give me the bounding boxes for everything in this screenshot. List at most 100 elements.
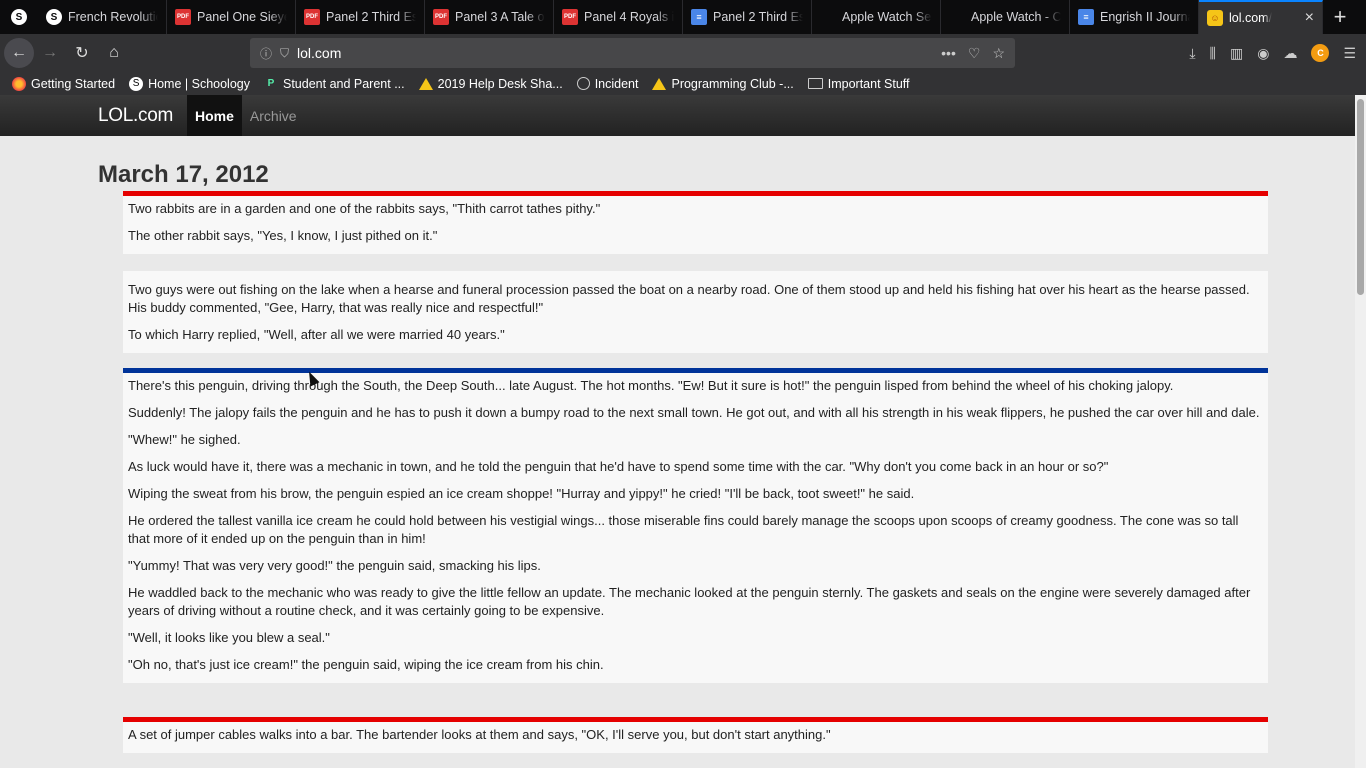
- tab-6[interactable]: Apple Watch Ser: [812, 0, 941, 34]
- joke-paragraph: "Yummy! That was very very good!" the pe…: [128, 558, 541, 573]
- page-viewport: LOL.com Home Archive March 17, 2012 Two …: [0, 95, 1355, 768]
- post-date: March 17, 2012: [98, 161, 269, 188]
- tab-label: Apple Watch - C: [971, 10, 1061, 24]
- joke-paragraph: Suddenly! The jalopy fails the penguin a…: [128, 405, 1260, 420]
- joke-paragraph: The other rabbit says, "Yes, I know, I j…: [128, 228, 438, 243]
- joke-paragraph: There's this penguin, driving through th…: [128, 378, 1174, 393]
- library-icon[interactable]: ⫼: [1210, 45, 1216, 62]
- tab-label: Panel 4 Royals in: [584, 10, 674, 24]
- bookmark-label: Programming Club -...: [671, 76, 794, 91]
- tab-7[interactable]: Apple Watch - C: [941, 0, 1070, 34]
- bookmark-item[interactable]: P Student and Parent ...: [264, 77, 405, 91]
- bookmark-item[interactable]: Incident: [576, 76, 639, 91]
- reload-icon: ↻: [75, 45, 89, 62]
- drive-bookmark-icon: [418, 77, 433, 90]
- shield-icon: ⛉: [280, 45, 290, 60]
- bookmark-item[interactable]: Programming Club -...: [652, 76, 794, 91]
- scrollbar-thumb[interactable]: [1357, 99, 1364, 295]
- joke-paragraph: Two rabbits are in a garden and one of t…: [128, 201, 601, 216]
- tab-9[interactable]: ☺ lol.com/ ×: [1199, 0, 1323, 34]
- tab-4[interactable]: PDF Panel 4 Royals in: [554, 0, 683, 34]
- tab-5[interactable]: ≡ Panel 2 Third Est: [683, 0, 812, 34]
- site-brand[interactable]: LOL.com: [98, 95, 173, 136]
- bookmark-item[interactable]: S Home | Schoology: [129, 76, 250, 91]
- docs-icon: ≡: [1078, 9, 1094, 25]
- joke-post: Two guys were out fishing on the lake wh…: [123, 271, 1268, 353]
- info-icon: ⓘ: [260, 46, 273, 61]
- scrollbar[interactable]: [1355, 95, 1366, 768]
- close-tab-icon[interactable]: ×: [1299, 9, 1314, 27]
- joke-post: Two rabbits are in a garden and one of t…: [123, 191, 1268, 254]
- joke-paragraph: As luck would have it, there was a mecha…: [128, 459, 1109, 474]
- sidebar-icon[interactable]: ▥: [1230, 45, 1243, 62]
- downloads-icon[interactable]: ⤓: [1189, 45, 1195, 62]
- tabs: SFrench RevolutioPDFPanel One SieyesPDFP…: [38, 0, 1323, 34]
- docs-icon: ≡: [691, 9, 707, 25]
- glob-bookmark-icon: [576, 77, 590, 90]
- bookmark-label: Incident: [594, 76, 639, 91]
- folder-bookmark-icon: [807, 78, 823, 89]
- bookmark-label: Important Stuff: [827, 76, 910, 91]
- back-arrow-icon: ←: [11, 44, 27, 61]
- bookmark-label: Student and Parent ...: [283, 76, 405, 91]
- joke-paragraph: A set of jumper cables walks into a bar.…: [128, 727, 831, 742]
- home-icon: ⌂: [109, 44, 119, 61]
- url-bar[interactable]: ⓘ ⛉ lol.com ••• ♡ ☆: [250, 38, 1015, 68]
- apple-icon: [949, 9, 965, 25]
- bookmark-item[interactable]: Getting Started: [12, 76, 116, 91]
- pdf-icon: PDF: [433, 9, 449, 25]
- tab-label: Panel 2 Third Est: [713, 10, 803, 24]
- home-button[interactable]: ⌂: [98, 37, 130, 69]
- sch-bookmark-icon: S: [129, 76, 144, 91]
- reload-button[interactable]: ↻: [66, 37, 98, 69]
- forward-button[interactable]: →: [34, 37, 66, 69]
- apple-icon: [820, 9, 836, 25]
- nav-home[interactable]: Home: [187, 95, 242, 136]
- bookmark-label: Home | Schoology: [148, 76, 250, 91]
- tab-8[interactable]: ≡ Engrish II Journa: [1070, 0, 1199, 34]
- sync-icon[interactable]: ☁: [1283, 45, 1297, 62]
- tab-3[interactable]: PDF Panel 3 A Tale of: [425, 0, 554, 34]
- url-text: lol.com: [297, 45, 342, 61]
- joke-paragraph: To which Harry replied, "Well, after all…: [128, 327, 505, 342]
- bookmarks-bar: Getting Started S Home | Schoology P Student…: [0, 72, 1366, 95]
- tab-1[interactable]: PDF Panel One Sieyes: [167, 0, 296, 34]
- nav-archive[interactable]: Archive: [242, 95, 305, 136]
- joke-paragraph: He waddled back to the mechanic who was …: [128, 585, 1251, 618]
- bookmark-star-icon[interactable]: ☆: [992, 45, 1005, 62]
- tab-2[interactable]: PDF Panel 2 Third Est: [296, 0, 425, 34]
- joke-paragraph: "Whew!" he sighed.: [128, 432, 241, 447]
- tab-label: Panel One Sieyes: [197, 10, 287, 24]
- bookmark-label: 2019 Help Desk Sha...: [437, 76, 563, 91]
- extension-icon[interactable]: C: [1311, 44, 1330, 62]
- new-tab-button[interactable]: +: [1323, 0, 1357, 34]
- tab-label: Engrish II Journa: [1100, 10, 1190, 24]
- drive-bookmark-icon: [652, 77, 667, 90]
- toolbar-right: ⤓ ⫼ ▥ ◉ ☁ C ☰: [1189, 34, 1366, 72]
- page-actions-icon[interactable]: •••: [941, 45, 956, 62]
- pdf-icon: PDF: [562, 9, 578, 25]
- joke-paragraph: He ordered the tallest vanilla ice cream…: [128, 513, 1239, 546]
- back-button[interactable]: ←: [4, 38, 34, 68]
- joke-post: There's this penguin, driving through th…: [123, 368, 1268, 683]
- bookmark-item[interactable]: Important Stuff: [807, 76, 910, 91]
- tab-label: lol.com/: [1229, 11, 1273, 25]
- joke-paragraph: Wiping the sweat from his brow, the peng…: [128, 486, 915, 501]
- joke-paragraph: "Oh no, that's just ice cream!" the peng…: [128, 657, 604, 672]
- site-navbar: LOL.com Home Archive: [0, 95, 1355, 136]
- pocket-icon[interactable]: ♡: [968, 45, 981, 62]
- pdf-icon: PDF: [304, 9, 320, 25]
- forward-arrow-icon: →: [42, 44, 58, 61]
- tab-strip: S SFrench RevolutioPDFPanel One SieyesPD…: [0, 0, 1366, 34]
- ff-bookmark-icon: [12, 76, 26, 91]
- p-bookmark-icon: P: [267, 78, 275, 89]
- joke-paragraph: "Well, it looks like you blew a seal.": [128, 630, 330, 645]
- tab-0[interactable]: S French Revolutio: [38, 0, 167, 34]
- tab-label: Panel 3 A Tale of: [455, 10, 545, 24]
- tab-overflow[interactable]: S: [0, 0, 38, 34]
- bookmark-label: Getting Started: [31, 76, 116, 91]
- joke-paragraph: Two guys were out fishing on the lake wh…: [128, 282, 1250, 315]
- bookmark-item[interactable]: 2019 Help Desk Sha...: [418, 76, 563, 91]
- account-icon[interactable]: ◉: [1257, 45, 1269, 62]
- menu-icon[interactable]: ☰: [1343, 45, 1356, 62]
